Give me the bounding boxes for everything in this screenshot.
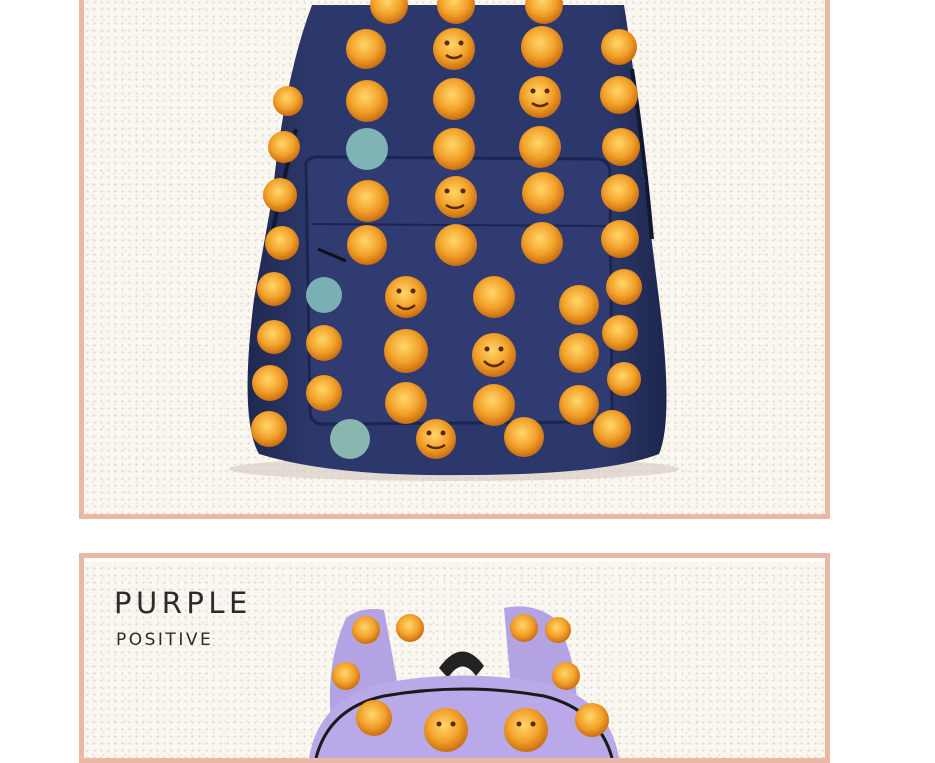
- color-name-heading: PURPLE: [114, 586, 252, 620]
- navy-backpack-panel: [79, 0, 830, 519]
- navy-emoji-backpack-image: [229, 0, 679, 481]
- color-subtitle: POSITIVE: [116, 630, 214, 650]
- purple-backpack-panel: PURPLE POSITIVE: [79, 553, 830, 763]
